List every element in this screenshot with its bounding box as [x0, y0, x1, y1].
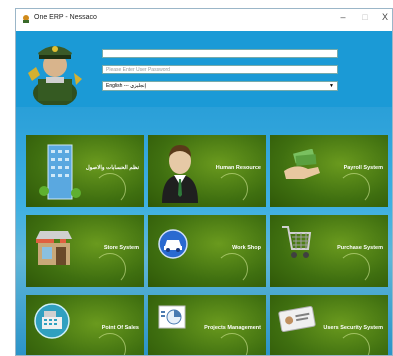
swirl-decoration: [94, 253, 126, 285]
login-header: Please Enter User Password English --- إ…: [16, 31, 392, 107]
tile-payroll[interactable]: Payroll System: [270, 135, 388, 207]
tile-label: Point Of Sales: [101, 325, 139, 331]
swirl-decoration: [94, 333, 126, 355]
swirl-decoration: [216, 333, 248, 355]
swirl-decoration: [94, 173, 126, 205]
tile-label: Work Shop: [232, 245, 261, 251]
tile-users-security[interactable]: Users Security System: [270, 295, 388, 355]
cart-icon: [282, 226, 312, 258]
app-window: One ERP - Nessaco – □ X Please Enter Use…: [15, 8, 393, 356]
chevron-down-icon: ▼: [329, 83, 334, 89]
swirl-decoration: [338, 253, 370, 285]
building-icon: [39, 144, 81, 200]
tile-label: Payroll System: [343, 165, 383, 171]
tile-projects-management[interactable]: Projects Management: [148, 295, 266, 355]
window-title: One ERP - Nessaco: [34, 14, 97, 21]
password-field[interactable]: Please Enter User Password: [102, 65, 338, 74]
tile-label: نظم الحسابات والاصول: [85, 165, 139, 171]
tile-label: Projects Management: [204, 325, 261, 331]
car-icon: [158, 229, 188, 259]
tile-label: Human Resource: [215, 165, 261, 171]
language-select[interactable]: English --- إنجليزي ▼: [102, 81, 338, 91]
tile-label: Users Security System: [323, 325, 383, 331]
swirl-decoration: [338, 173, 370, 205]
minimize-button[interactable]: –: [336, 12, 350, 22]
cash-register-icon: [34, 303, 70, 339]
swirl-decoration: [216, 173, 248, 205]
person-icon: [162, 145, 198, 203]
tile-accounts-assets[interactable]: نظم الحسابات والاصول: [26, 135, 144, 207]
language-select-value: English --- إنجليزي: [106, 83, 147, 89]
id-card-icon: [278, 306, 316, 332]
tile-point-of-sales[interactable]: Point Of Sales: [26, 295, 144, 355]
main-area: Please Enter User Password English --- إ…: [16, 31, 392, 355]
soldier-avatar-icon: [28, 46, 82, 105]
close-button[interactable]: X: [378, 12, 392, 22]
swirl-decoration: [338, 333, 370, 355]
tile-label: Store System: [103, 245, 139, 251]
tile-store[interactable]: Store System: [26, 215, 144, 287]
tile-workshop[interactable]: Work Shop: [148, 215, 266, 287]
tile-label: Purchase System: [337, 245, 383, 251]
username-field[interactable]: [102, 49, 338, 58]
tile-purchase[interactable]: Purchase System: [270, 215, 388, 287]
money-hand-icon: [284, 149, 320, 179]
app-logo-icon: [23, 15, 29, 23]
tile-human-resource[interactable]: Human Resource: [148, 135, 266, 207]
maximize-button[interactable]: □: [358, 12, 372, 22]
title-bar: One ERP - Nessaco – □ X: [16, 9, 392, 31]
swirl-decoration: [216, 253, 248, 285]
store-icon: [36, 231, 72, 265]
chart-icon: [158, 305, 186, 329]
